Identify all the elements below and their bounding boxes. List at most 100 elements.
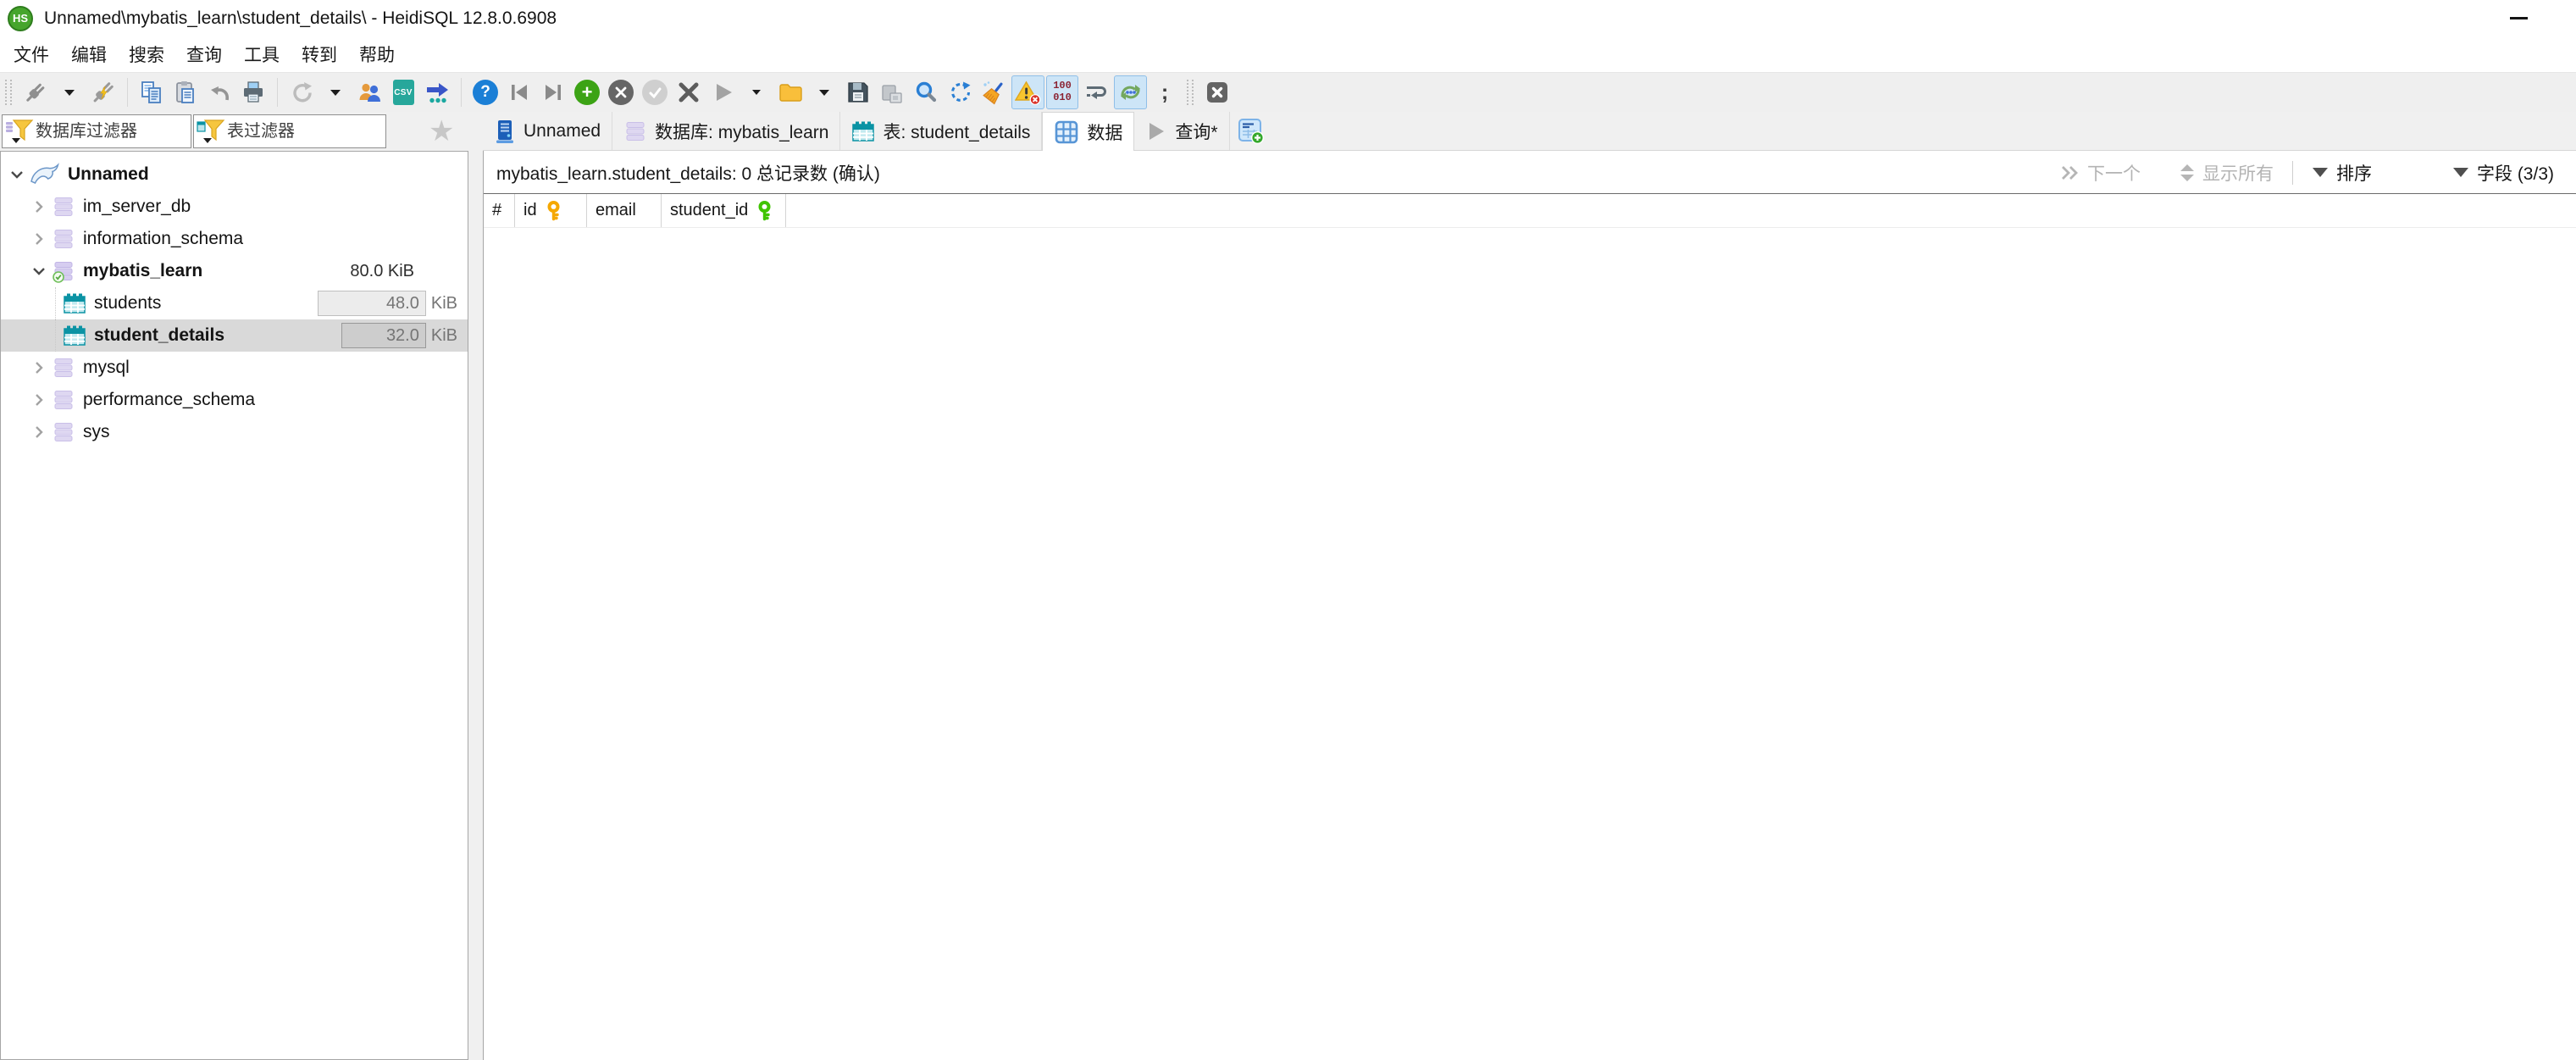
column-header-student-id[interactable]: student_id	[662, 194, 786, 227]
chevron-right-icon[interactable]	[26, 391, 52, 409]
tree-item-database[interactable]: information_schema	[1, 223, 468, 255]
first-record-button[interactable]	[503, 75, 535, 109]
tree-item-session[interactable]: Unnamed	[1, 158, 468, 191]
clean-button[interactable]	[978, 75, 1010, 109]
chevron-right-icon[interactable]	[26, 358, 52, 377]
tree-guide-line	[55, 287, 63, 319]
cancel-editing-button[interactable]	[673, 75, 705, 109]
connect-button[interactable]	[19, 75, 52, 109]
bind-parameters-toggle[interactable]	[1114, 75, 1147, 109]
tree-item-database[interactable]: im_server_db	[1, 191, 468, 223]
menu-goto[interactable]: 转到	[291, 36, 348, 72]
menu-tools[interactable]: 工具	[233, 36, 291, 72]
database-filter-input[interactable]	[36, 115, 191, 147]
database-label: sys	[83, 422, 110, 442]
copy-icon	[139, 80, 164, 106]
filter-and-tab-row: ★ Unnamed 数据库: mybatis_learn 表: student_…	[0, 112, 2576, 151]
stop-x-icon	[1204, 79, 1231, 106]
tree-item-database[interactable]: performance_schema	[1, 384, 468, 416]
delete-record-button[interactable]	[605, 75, 637, 109]
menu-query[interactable]: 查询	[175, 36, 233, 72]
size-unit: KiB	[431, 326, 457, 346]
foreign-key-icon	[755, 201, 774, 221]
find-button[interactable]	[910, 75, 942, 109]
open-file-button[interactable]	[774, 75, 806, 109]
toolbar-grip[interactable]	[1187, 80, 1194, 105]
database-size: 80.0 KiB	[350, 262, 414, 281]
bind-params-icon	[1117, 80, 1144, 105]
chevron-down-icon[interactable]	[26, 262, 52, 280]
reformat-button[interactable]	[944, 75, 976, 109]
refresh-icon	[289, 80, 314, 105]
database-label: mysql	[83, 358, 130, 378]
users-icon	[357, 80, 383, 105]
menu-help[interactable]: 帮助	[348, 36, 406, 72]
tree-item-database[interactable]: mysql	[1, 352, 468, 384]
insert-files-button[interactable]	[421, 75, 453, 109]
sorting-button[interactable]: 排序	[2312, 160, 2372, 186]
connect-dropdown-button[interactable]	[53, 75, 86, 109]
tree-item-table[interactable]: students 48.0 KiB	[1, 287, 468, 319]
save-button[interactable]	[842, 75, 874, 109]
disconnect-button[interactable]	[87, 75, 119, 109]
column-label: email	[596, 201, 636, 220]
run-dropdown-button[interactable]	[740, 75, 773, 109]
open-file-dropdown-button[interactable]	[808, 75, 840, 109]
refresh-dropdown-button[interactable]	[319, 75, 352, 109]
insert-record-button[interactable]: +	[571, 75, 603, 109]
size-unit: KiB	[431, 294, 457, 314]
divider	[2292, 161, 2293, 185]
binary-view-toggle[interactable]: 100 010	[1046, 75, 1078, 109]
tab-database[interactable]: 数据库: mybatis_learn	[612, 112, 840, 150]
csv-icon-label: CSV	[394, 88, 412, 97]
stop-button[interactable]	[1201, 75, 1233, 109]
chevron-down-icon	[752, 90, 761, 95]
toolbar-separator	[127, 78, 128, 107]
first-record-icon	[507, 80, 532, 105]
tab-query[interactable]: 查询*	[1134, 112, 1229, 150]
window-title: Unnamed\mybatis_learn\student_details\ -…	[44, 8, 557, 29]
column-header-rownum[interactable]: #	[484, 194, 515, 227]
copy-button[interactable]	[136, 75, 168, 109]
menu-file[interactable]: 文件	[3, 36, 60, 72]
tab-table[interactable]: 表: student_details	[840, 112, 1042, 150]
database-tree-panel[interactable]: Unnamed im_server_db information_schema …	[0, 151, 468, 1060]
tree-item-database[interactable]: sys	[1, 416, 468, 448]
delimiter-button[interactable]: ;	[1149, 75, 1181, 109]
table-filter-input[interactable]	[227, 115, 385, 147]
tab-data[interactable]: 数据	[1042, 112, 1134, 151]
undo-button[interactable]	[203, 75, 235, 109]
export-csv-button[interactable]: CSV	[387, 75, 419, 109]
new-query-tab-button[interactable]	[1237, 117, 1265, 145]
chevron-right-icon[interactable]	[26, 230, 52, 248]
database-icon	[52, 420, 75, 444]
table-icon	[851, 119, 875, 143]
chevron-down-icon[interactable]	[4, 165, 30, 184]
column-header-id[interactable]: id	[515, 194, 587, 227]
paste-button[interactable]	[169, 75, 202, 109]
minimize-button[interactable]	[2499, 0, 2538, 36]
columns-button[interactable]: 字段 (3/3)	[2452, 160, 2554, 186]
favorites-star-icon[interactable]: ★	[429, 117, 454, 146]
tree-item-database-active[interactable]: mybatis_learn 80.0 KiB	[1, 255, 468, 287]
tab-host[interactable]: Unnamed	[483, 112, 612, 150]
column-header-email[interactable]: email	[587, 194, 662, 227]
panel-splitter[interactable]	[468, 151, 483, 1060]
toolbar-grip[interactable]	[5, 80, 12, 105]
menu-edit[interactable]: 编辑	[60, 36, 118, 72]
user-manager-button[interactable]	[353, 75, 385, 109]
tab-label: 查询*	[1175, 119, 1217, 144]
cancel-x-icon	[676, 80, 701, 105]
print-button[interactable]	[237, 75, 269, 109]
last-record-button[interactable]	[537, 75, 569, 109]
wrap-lines-button[interactable]	[1080, 75, 1112, 109]
chevron-right-icon[interactable]	[26, 423, 52, 441]
search-icon	[913, 80, 939, 105]
chevron-right-icon[interactable]	[26, 197, 52, 216]
menu-search[interactable]: 搜索	[118, 36, 175, 72]
help-button[interactable]: ?	[469, 75, 501, 109]
data-grid-empty-area[interactable]	[484, 228, 2576, 1060]
toolbar-separator	[277, 78, 278, 107]
tree-item-table-selected[interactable]: student_details 32.0 KiB	[1, 319, 468, 352]
blob-warning-toggle[interactable]	[1011, 75, 1044, 109]
